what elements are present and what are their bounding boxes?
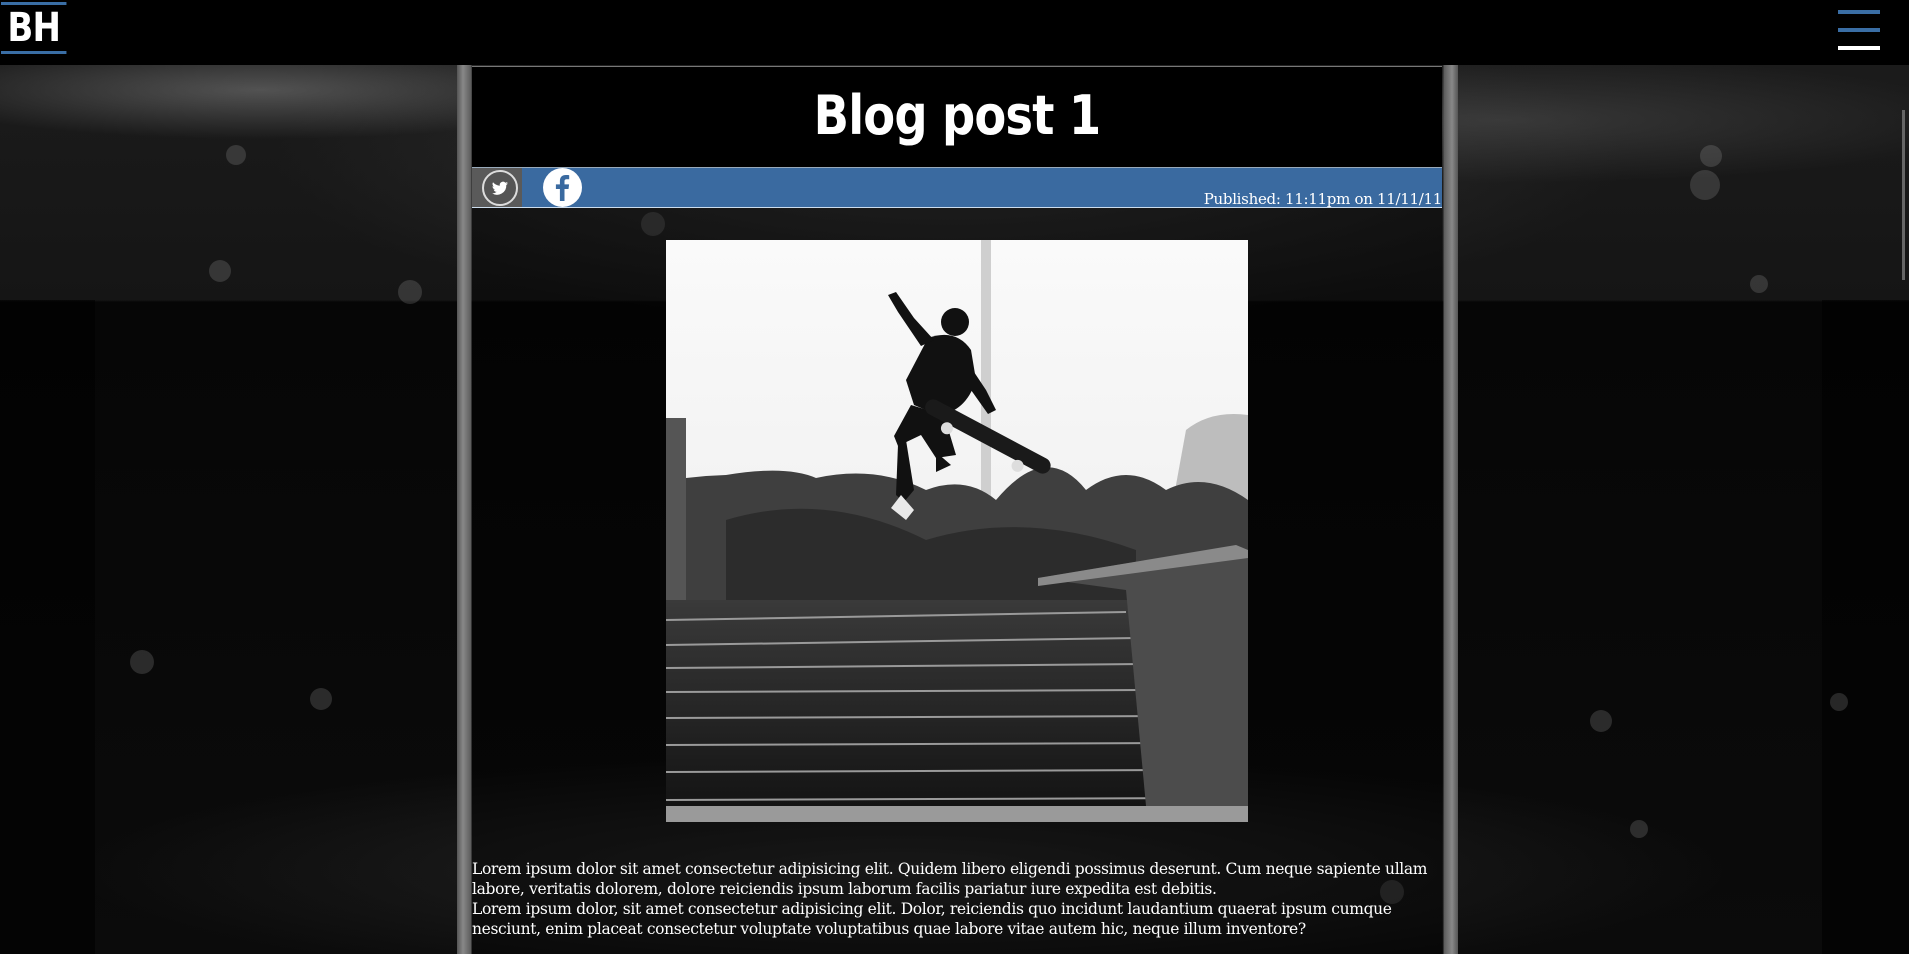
twitter-button-wrap bbox=[472, 168, 522, 207]
hamburger-menu-icon[interactable] bbox=[1838, 8, 1880, 52]
facebook-f-glyph bbox=[555, 175, 570, 201]
bokeh-dot bbox=[1830, 693, 1848, 711]
post-image bbox=[666, 240, 1248, 822]
bokeh-dot bbox=[1700, 145, 1722, 167]
bokeh-dot bbox=[130, 650, 154, 674]
left-shade bbox=[0, 300, 95, 954]
post-title: Blog post 1 bbox=[813, 84, 1102, 147]
bokeh-dot bbox=[226, 145, 246, 165]
bokeh-dot bbox=[1690, 170, 1720, 200]
right-shade bbox=[1822, 300, 1909, 954]
post-paragraph: Lorem ipsum dolor, sit amet consectetur … bbox=[472, 900, 1392, 938]
menu-line bbox=[1838, 10, 1880, 14]
bokeh-dot bbox=[1750, 275, 1768, 293]
share-bar: Published: 11:11pm on 11/11/11 bbox=[472, 167, 1442, 208]
menu-line bbox=[1838, 46, 1880, 50]
bokeh-dot bbox=[1630, 820, 1648, 838]
bokeh-dot bbox=[1590, 710, 1612, 732]
bokeh-dot bbox=[398, 280, 422, 304]
skateboarder-photo bbox=[666, 240, 1248, 822]
twitter-icon[interactable] bbox=[482, 170, 518, 206]
bokeh-dot bbox=[209, 260, 231, 282]
published-timestamp: Published: 11:11pm on 11/11/11 bbox=[1203, 190, 1443, 208]
twitter-bird-glyph bbox=[492, 181, 508, 195]
post-body: Lorem ipsum dolor sit amet consectetur a… bbox=[472, 859, 1442, 939]
post-header: Blog post 1 bbox=[472, 66, 1442, 168]
page-scrollbar[interactable] bbox=[1902, 110, 1905, 280]
bokeh-dot bbox=[310, 688, 332, 710]
post-paragraph: Lorem ipsum dolor sit amet consectetur a… bbox=[472, 860, 1428, 898]
facebook-icon[interactable] bbox=[543, 168, 582, 207]
top-nav-bar: BH bbox=[0, 0, 1909, 65]
menu-line bbox=[1838, 28, 1880, 32]
site-logo[interactable]: BH bbox=[1, 2, 67, 54]
